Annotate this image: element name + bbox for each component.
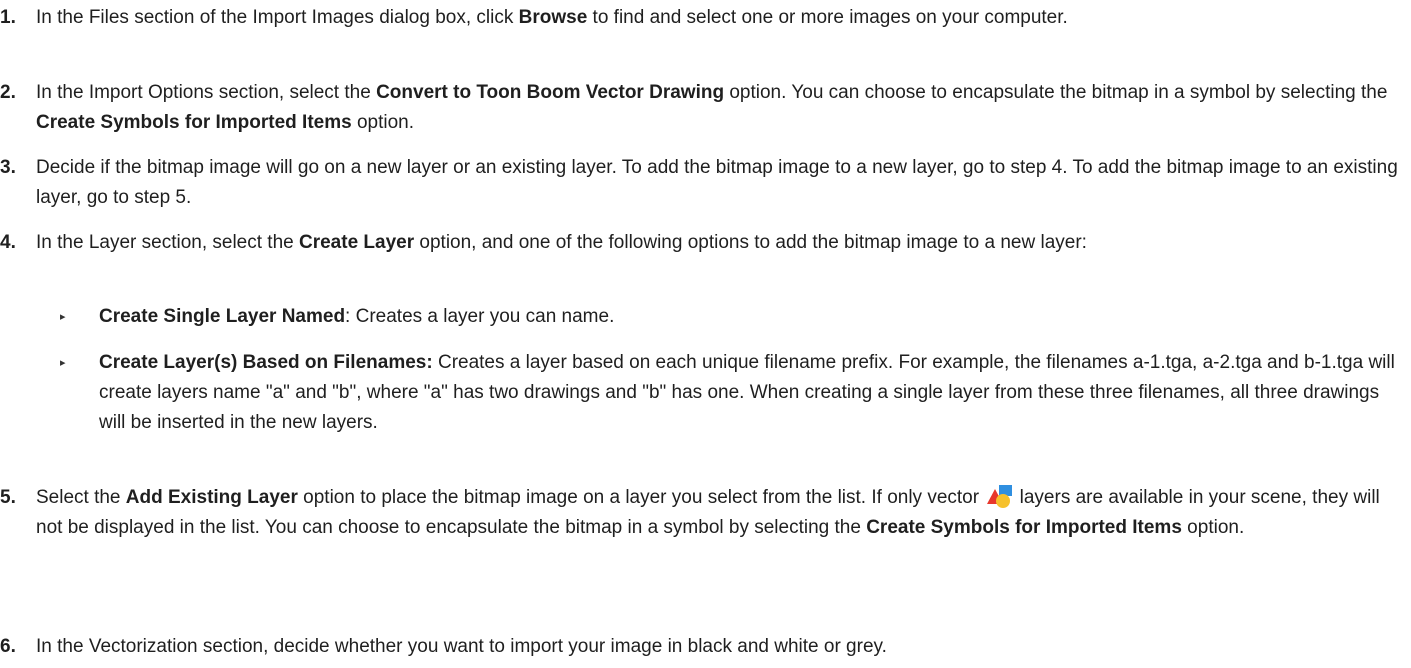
step-text: Decide if the bitmap image will go on a … [36, 157, 1398, 208]
bullet-item: ▸ Create Layer(s) Based on Filenames: Cr… [36, 348, 1405, 438]
step-number: 6. [0, 636, 16, 657]
step-text: In the Vectorization section, decide whe… [36, 636, 887, 657]
create-layer-option-reference: Create Layer [299, 232, 415, 253]
step-number: 5. [0, 487, 16, 508]
step-2: 2. In the Import Options section, select… [0, 78, 1405, 138]
step-5: 5. Select the Add Existing Layer option … [0, 483, 1405, 543]
step-number: 2. [0, 82, 16, 103]
step-1: 1. In the Files section of the Import Im… [0, 3, 1405, 33]
step-number: 1. [0, 7, 16, 28]
step-number: 4. [0, 232, 16, 253]
step-text: Select the Add Existing Layer option to … [36, 483, 1405, 543]
bullet-icon: ▸ [60, 311, 66, 323]
step-3: 3. Decide if the bitmap image will go on… [0, 153, 1405, 213]
create-symbols-option-reference: Create Symbols for Imported Items [866, 517, 1182, 538]
step-6: 6. In the Vectorization section, decide … [0, 632, 1405, 662]
step-text: In the Files section of the Import Image… [36, 7, 1068, 28]
convert-option-reference: Convert to Toon Boom Vector Drawing [376, 82, 725, 103]
bullet-item: ▸ Create Single Layer Named: Creates a l… [36, 302, 1405, 332]
create-symbols-option-reference: Create Symbols for Imported Items [36, 112, 352, 133]
step-text: In the Import Options section, select th… [36, 82, 1388, 133]
bullet-icon: ▸ [60, 357, 66, 369]
vector-layer-icon [986, 483, 1014, 509]
browse-button-reference: Browse [518, 7, 588, 28]
step-text: In the Layer section, select the Create … [36, 232, 1087, 253]
add-existing-layer-option-reference: Add Existing Layer [125, 487, 298, 508]
step-number: 3. [0, 157, 16, 178]
step-4: 4. In the Layer section, select the Crea… [0, 228, 1405, 258]
